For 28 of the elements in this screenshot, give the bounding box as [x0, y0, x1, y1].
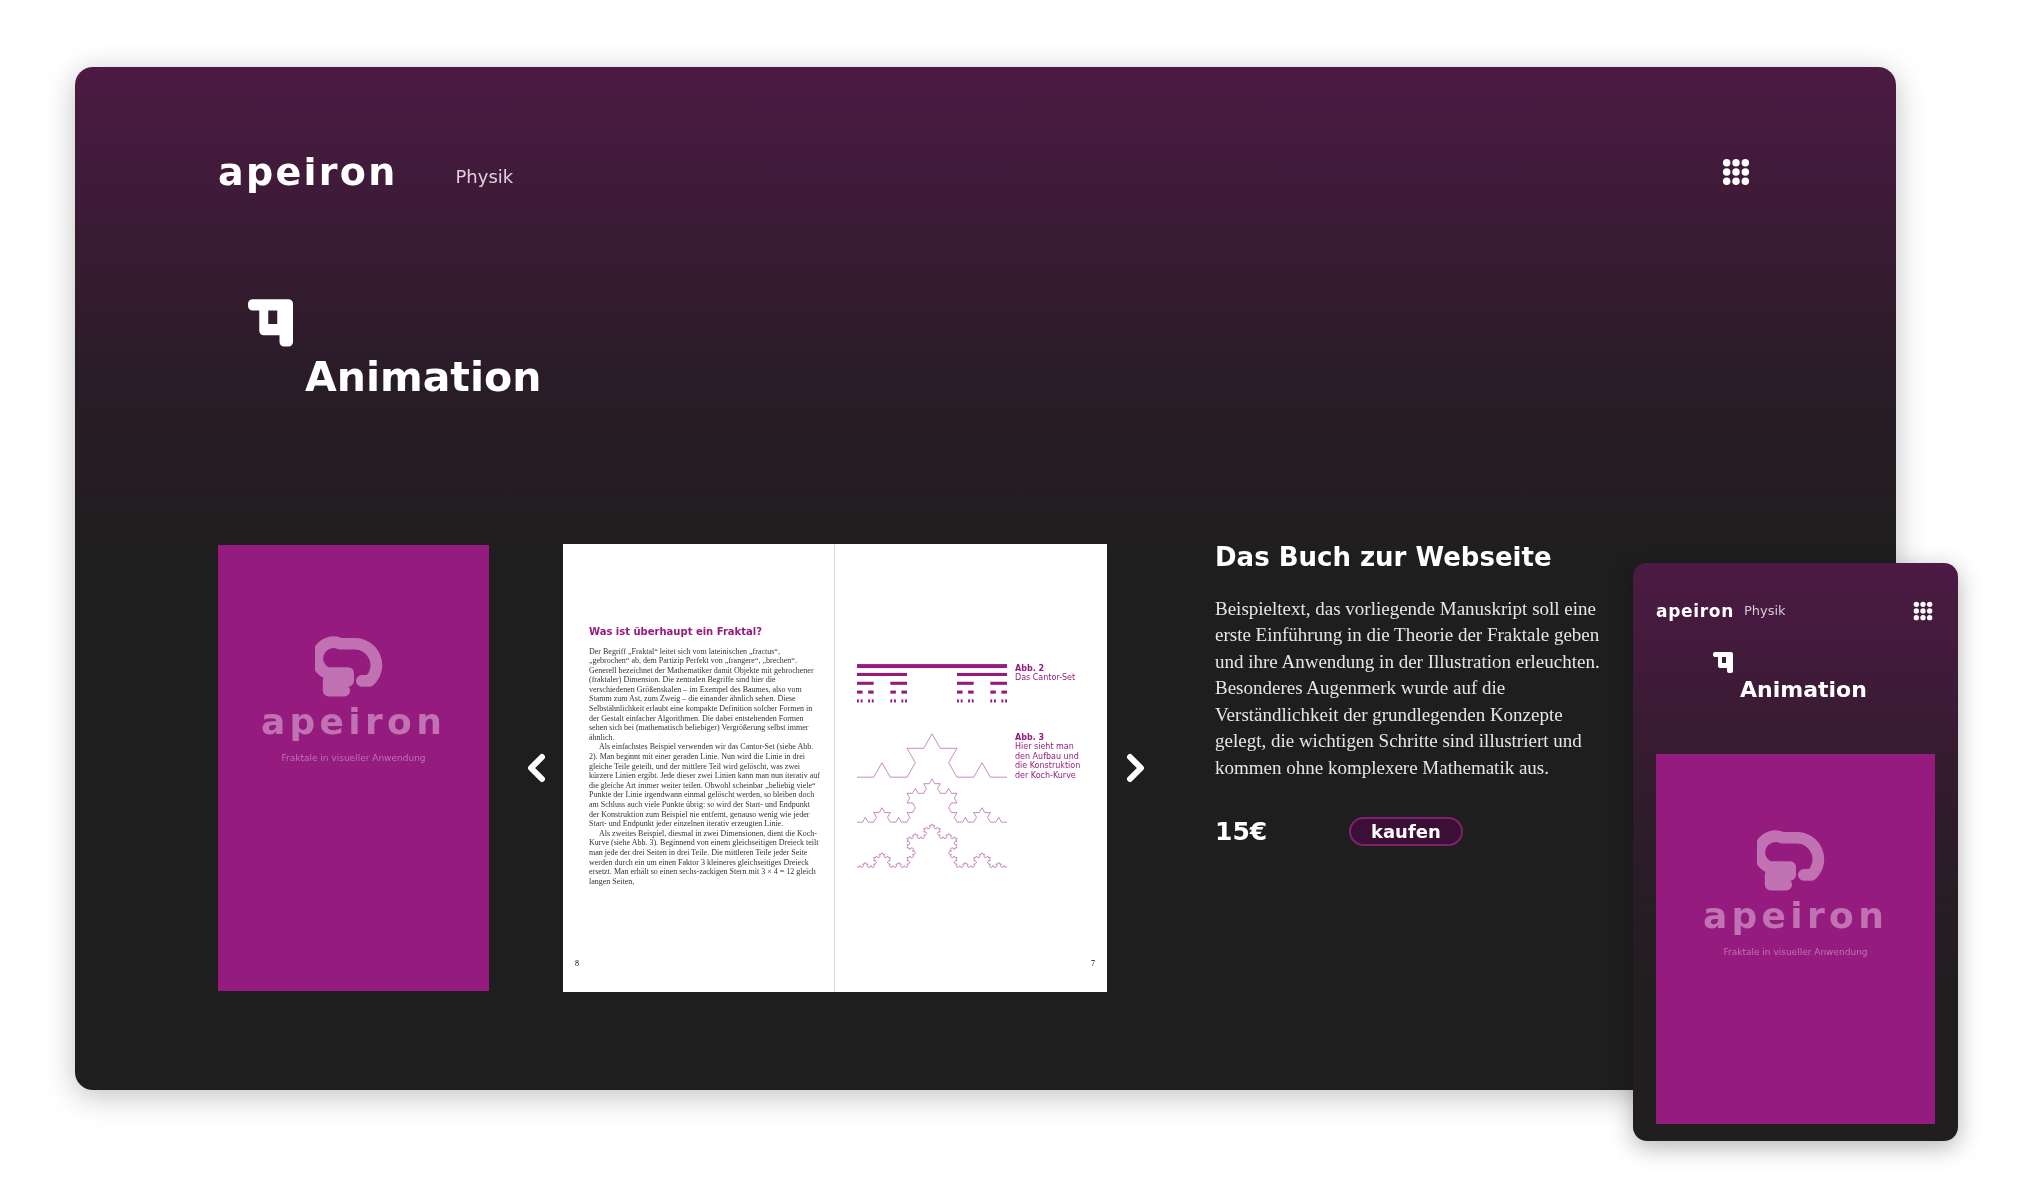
- buy-button[interactable]: kaufen: [1349, 817, 1463, 847]
- section-label[interactable]: Physik: [1743, 601, 1786, 621]
- site-logo[interactable]: apeiron: [218, 153, 398, 191]
- menu-icon[interactable]: [1722, 158, 1750, 186]
- book-title: Das Buch zur Webseite: [1215, 543, 1553, 570]
- page-number: 8: [575, 957, 579, 970]
- page-paragraph: Als einfachstes Beispiel verwenden wir das Cantor-Set (siehe Abb. 2). Man beginnt mit einer geraden Linie. Nun wird die Linie in drei gleiche Teile geteilt, und der mittlere Teil wird gelöscht, was zwei kürzere Linien ergibt. Jede dieser zwei Linien kann man nun iterativ auf die gleiche Art immer weiter teilen. Obwohl scheinbar „beliebig viele“ Punkte der Linie irgendwann einmal gelöscht werden, so bleiben doch am Schluss auch viele Punkte übrig: so wird der Start- und Endpunkt der Konstruktion zum Beispiel nie entfernt, genauso wenig wie jeder Start- und Endpunkt jeder einzelnen iterativ erzeugten Linie.: [589, 742, 820, 829]
- page-number: 7: [1091, 957, 1095, 970]
- figure-caption: Hier sieht man den Aufbau und die Konstruktion der Koch-Kurve: [1015, 742, 1082, 780]
- section-icon: [1713, 651, 1733, 673]
- section-label[interactable]: Physik: [455, 162, 514, 190]
- cover-logo: apeiron: [1702, 898, 1889, 935]
- menu-icon[interactable]: [1913, 601, 1933, 621]
- page-paragraph: Als zweites Beispiel, diesmal in zwei Dimensionen, dient die Koch-Kurve (siehe Abb. 3). Beginnend von einem gleichseitigen Dreieck teilt man jede der drei Seiten in drei Teile. Die mittleren Teile jeder Seite werden durch ein um einen Faktor 3 kleineres gleichseitiges Dreieck ersetzt. Man erhält so einen sechs-zackigen Stern mit 3 × 4 = 12 gleich langen Seiten,: [589, 828, 820, 887]
- cover-subtitle: Fraktale in visueller Anwendung: [281, 752, 426, 765]
- book-price: 15€: [1215, 816, 1269, 848]
- page-title: Animation: [1740, 679, 1868, 701]
- page-title: Animation: [305, 356, 543, 398]
- cover-subtitle: Fraktale in visueller Anwendung: [1723, 946, 1868, 960]
- book-description: Beispieltext, das vorliegende Manuskript soll eine erste Einführung in die Theorie der Fraktale geben und ihre Anwendung in der Illustration erleuchten. Besonderes Augenmerk wurde auf die Verständlichkeit der grundlegenden Konzepte gelegt, die wichtigen Schritte sind illustriert und kommen ohne komplexere Mathematik aus.: [1215, 596, 1601, 780]
- site-logo[interactable]: apeiron: [1656, 602, 1734, 620]
- page-heading: Was ist überhaupt ein Fraktal?: [589, 624, 763, 639]
- cover-logo: apeiron: [260, 704, 447, 740]
- figure-label: Abb. 2: [1015, 663, 1046, 673]
- section-icon: [248, 297, 293, 347]
- page-paragraph: Der Begriff „Fraktal“ leitet sich vom lateinischen „fractus“, „gebrochen“ ab, dem Partizip Perfekt von „frangere“, „brechen“. Generell bezeichnet der Mathematiker damit Objekte mit gebrochener (fraktaler) Dimension. Die zentralen Begriffe sind hier die verschiedenen Größenskalen – im Exempel des Baumes, also vom Stamm zum Ast, zum Zweig – die einander ähnlich sehen. Diese Selbstähnlichkeit erlaubt eine kompakte Definition solcher Formen in der Gestalt einfacher Algorithmen. Die dabei entstehenden Formen sehen sich bei (mathematisch beliebiger) Vergrößerung selbst immer ähnlich.: [589, 646, 815, 743]
- figure-label: Abb. 3: [1015, 732, 1046, 742]
- figure-caption: Das Cantor-Set: [1015, 673, 1077, 683]
